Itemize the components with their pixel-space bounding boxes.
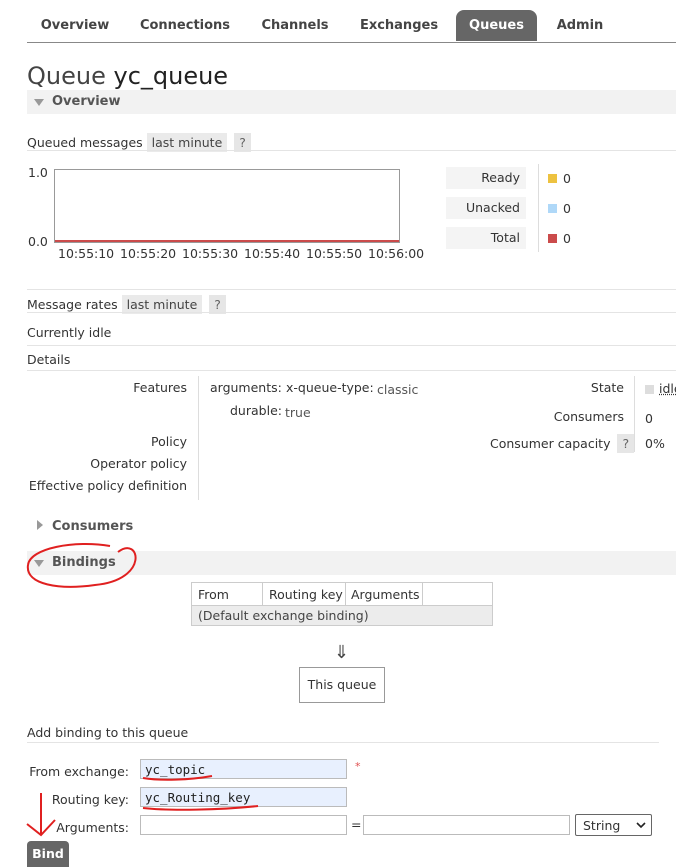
annotation-overlay bbox=[26, 543, 259, 837]
bindings-circle-annotation bbox=[26, 543, 137, 588]
routing-key-underline-annotation bbox=[142, 805, 259, 811]
from-exchange-underline-annotation bbox=[142, 775, 213, 781]
